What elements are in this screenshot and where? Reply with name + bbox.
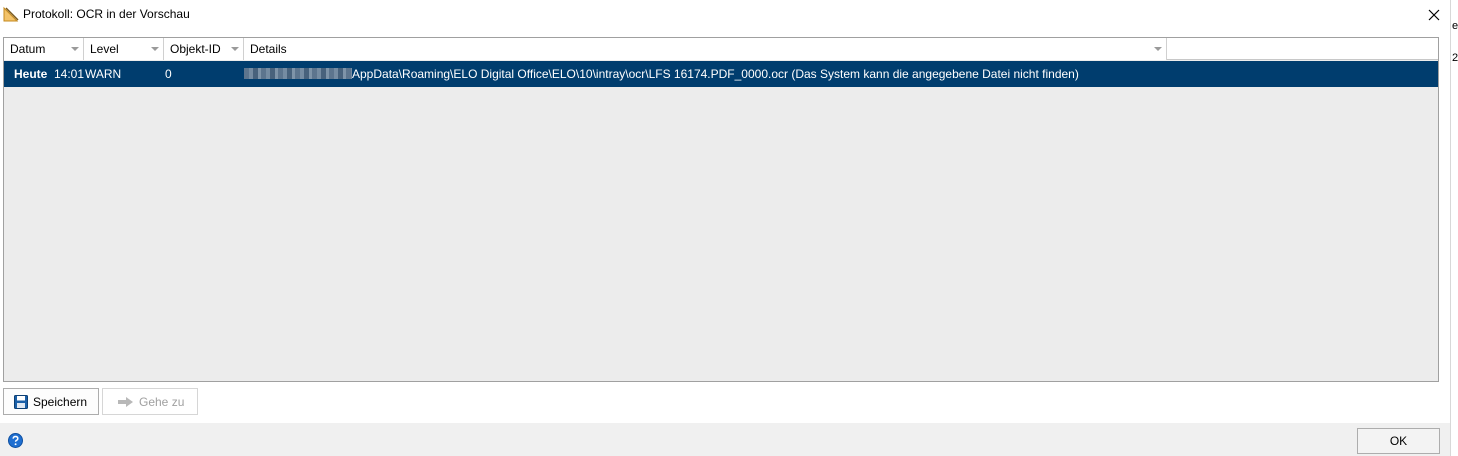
- background-text-fragment: 2: [1452, 52, 1458, 64]
- title-bar: Protokoll: OCR in der Vorschau: [0, 0, 1450, 30]
- column-label: Level: [90, 42, 119, 56]
- column-header-datum[interactable]: Datum: [4, 38, 84, 60]
- column-label: Details: [250, 42, 287, 56]
- column-label: Objekt-ID: [170, 42, 221, 56]
- floppy-disk-icon: [14, 394, 28, 409]
- save-button-label: Speichern: [33, 394, 88, 409]
- column-header-details[interactable]: Details: [244, 38, 1167, 60]
- arrow-right-icon: [118, 396, 133, 407]
- sort-arrow-icon[interactable]: [71, 47, 79, 51]
- cell-level: WARN: [85, 67, 122, 81]
- cell-details: AppData\Roaming\ELO Digital Office\ELO\1…: [352, 67, 1079, 81]
- log-grid[interactable]: Datum Level Objekt-ID Details Heute 14:0…: [3, 37, 1439, 382]
- redacted-path-prefix: [244, 68, 352, 79]
- save-button[interactable]: Speichern: [3, 388, 99, 415]
- window-title: Protokoll: OCR in der Vorschau: [23, 7, 190, 21]
- column-header-objekt-id[interactable]: Objekt-ID: [164, 38, 244, 60]
- ok-button[interactable]: OK: [1357, 428, 1440, 454]
- background-window-edge: e 2: [1450, 0, 1458, 456]
- cell-object-id: 0: [165, 67, 172, 81]
- grid-header: Datum Level Objekt-ID Details: [4, 38, 1438, 60]
- sort-arrow-icon[interactable]: [231, 47, 239, 51]
- column-label: Datum: [10, 42, 46, 56]
- protocol-dialog: Protokoll: OCR in der Vorschau Datum Lev…: [0, 0, 1450, 456]
- cell-date-day: Heute: [14, 67, 48, 81]
- close-button[interactable]: [1418, 0, 1450, 30]
- sort-arrow-icon[interactable]: [1154, 47, 1162, 51]
- dialog-footer: OK: [0, 423, 1450, 456]
- help-icon[interactable]: [8, 433, 23, 448]
- cell-date-time: 14:01: [54, 67, 85, 81]
- background-text-fragment: e: [1452, 20, 1458, 32]
- column-header-level[interactable]: Level: [84, 38, 164, 60]
- goto-button[interactable]: Gehe zu: [102, 388, 198, 415]
- table-row[interactable]: Heute 14:01 WARN 0 AppData\Roaming\ELO D…: [4, 61, 1438, 87]
- elo-app-icon: [3, 6, 19, 22]
- sort-arrow-icon[interactable]: [151, 47, 159, 51]
- goto-button-label: Gehe zu: [139, 394, 185, 409]
- ok-button-label: OK: [1389, 434, 1408, 448]
- close-icon: [1428, 9, 1440, 21]
